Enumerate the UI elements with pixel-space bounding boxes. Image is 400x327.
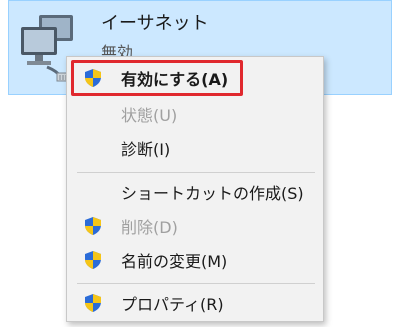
menu-item-properties[interactable]: プロパティ(R) bbox=[67, 286, 323, 320]
menu-item-diagnose[interactable]: 診断(I) bbox=[67, 131, 323, 165]
menu-item-label: 削除(D) bbox=[121, 218, 178, 237]
menu-item-delete: 削除(D) bbox=[67, 209, 323, 243]
menu-separator bbox=[77, 172, 315, 173]
uac-shield-icon bbox=[85, 294, 101, 312]
menu-item-label: 名前の変更(M) bbox=[121, 252, 228, 271]
menu-separator bbox=[77, 283, 315, 284]
menu-item-rename[interactable]: 名前の変更(M) bbox=[67, 243, 323, 277]
uac-shield-icon bbox=[85, 217, 101, 235]
context-menu: 有効にする(A) 状態(U) 診断(I) ショートカットの作成(S) 削除(D)… bbox=[66, 56, 324, 322]
menu-item-label: プロパティ(R) bbox=[121, 295, 224, 314]
menu-item-label: 診断(I) bbox=[121, 140, 171, 159]
menu-item-status: 状態(U) bbox=[67, 97, 323, 131]
uac-shield-icon bbox=[85, 251, 101, 269]
menu-item-label: 状態(U) bbox=[121, 106, 178, 125]
red-highlight-box bbox=[71, 60, 243, 96]
menu-item-create-shortcut[interactable]: ショートカットの作成(S) bbox=[67, 175, 323, 209]
adapter-name: イーサネット bbox=[101, 13, 209, 34]
menu-item-label: ショートカットの作成(S) bbox=[121, 184, 304, 203]
